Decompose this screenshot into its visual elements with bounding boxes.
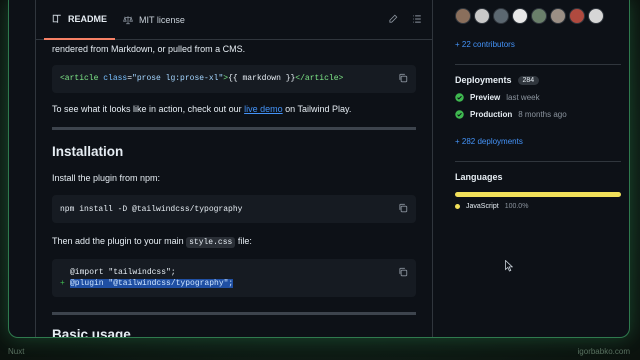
language-item[interactable]: JavaScript 100.0% — [455, 203, 621, 210]
then-text: Then add the plugin to your main style.c… — [52, 234, 416, 250]
code-attr: class — [103, 74, 128, 83]
check-circle-icon — [455, 93, 464, 102]
deployments-count: 284 — [517, 75, 540, 85]
live-demo-link[interactable]: live demo — [244, 104, 283, 114]
contributor-avatar[interactable] — [474, 8, 490, 24]
deployment-name: Preview — [470, 93, 501, 102]
style-css-code: style.css — [186, 237, 236, 248]
scale-icon — [123, 15, 133, 24]
then-suffix: file: — [235, 236, 252, 246]
divider — [52, 312, 416, 315]
mouse-cursor-icon — [505, 260, 513, 272]
contributor-avatars — [455, 8, 621, 24]
readme-tools — [388, 14, 422, 24]
basic-usage-heading: Basic usage — [52, 327, 131, 338]
css-line-plugin: + @plugin "@tailwindcss/typography"; — [60, 278, 408, 289]
deployments-title[interactable]: Deployments 284 — [455, 75, 621, 85]
languages-title: Languages — [455, 172, 503, 182]
css-plugin: @plugin "@tailwindcss/typography"; — [70, 279, 234, 288]
readme-panel: README MIT license rendered from Markdow… — [35, 0, 433, 338]
contributor-avatar[interactable] — [455, 8, 471, 24]
contributor-avatar[interactable] — [531, 8, 547, 24]
tab-license-label: MIT license — [139, 14, 185, 25]
install-text: Install the plugin from npm: — [52, 173, 161, 183]
repo-sidebar: + 22 contributors Deployments 284 Previe… — [445, 0, 629, 337]
footer-left-label: Nuxt — [8, 347, 25, 356]
demo-text: To see what it looks like in action, che… — [52, 102, 416, 116]
edit-pencil-icon[interactable] — [388, 14, 398, 24]
book-icon — [52, 14, 61, 23]
deployment-item[interactable]: Preview last week — [455, 93, 621, 102]
demo-suffix: on Tailwind Play. — [282, 104, 352, 114]
language-percent: 100.0% — [504, 203, 529, 210]
code-block-article: <article class="prose lg:prose-xl">{{ ma… — [52, 65, 416, 93]
then-prefix: Then add the plugin to your main — [52, 236, 187, 246]
tab-license[interactable]: MIT license — [115, 0, 193, 40]
divider — [455, 64, 621, 65]
browser-frame: README MIT license rendered from Markdow… — [8, 0, 630, 338]
divider — [52, 127, 416, 130]
footer-right-label: igorbabko.com — [577, 347, 630, 356]
deployment-item[interactable]: Production 8 months ago — [455, 110, 621, 119]
check-circle-icon — [455, 110, 464, 119]
deployment-name: Production — [470, 110, 513, 119]
diff-plus: + — [60, 279, 65, 288]
copy-icon[interactable] — [398, 73, 408, 83]
copy-icon[interactable] — [398, 203, 408, 213]
contributor-avatar[interactable] — [550, 8, 566, 24]
demo-prefix: To see what it looks like in action, che… — [52, 104, 245, 114]
intro-text: rendered from Markdown, or pulled from a… — [52, 44, 246, 54]
tab-readme-label: README — [68, 13, 108, 24]
contributor-avatar[interactable] — [569, 8, 585, 24]
contributor-avatar[interactable] — [493, 8, 509, 24]
code-attr-value: "prose lg:prose-xl" — [132, 74, 224, 83]
deployments-link[interactable]: + 282 deployments — [455, 137, 523, 146]
code-end-tag: </article> — [295, 74, 344, 83]
deployment-time: last week — [506, 93, 540, 102]
divider — [455, 161, 621, 162]
deployment-time: 8 months ago — [518, 110, 567, 119]
code-content: {{ markdown }} — [228, 74, 296, 83]
readme-tabs: README MIT license — [36, 0, 432, 40]
readme-content: rendered from Markdown, or pulled from a… — [36, 42, 432, 338]
copy-icon[interactable] — [398, 267, 408, 277]
install-command: npm install -D @tailwindcss/typography — [60, 205, 243, 214]
code-open-tag: <article — [60, 74, 99, 83]
css-import: @import "tailwindcss"; — [70, 268, 176, 277]
contributors-link[interactable]: + 22 contributors — [455, 40, 515, 49]
tab-readme[interactable]: README — [44, 0, 116, 40]
css-line-import: @import "tailwindcss"; — [60, 267, 408, 278]
deployments-title-label: Deployments — [455, 75, 512, 85]
language-bar — [455, 192, 621, 197]
contributor-avatar[interactable] — [588, 8, 604, 24]
language-dot — [455, 204, 460, 209]
contributor-avatar[interactable] — [512, 8, 528, 24]
installation-heading: Installation — [52, 144, 124, 159]
language-name: JavaScript — [466, 203, 499, 210]
code-block-css: @import "tailwindcss"; + @plugin "@tailwi… — [52, 259, 416, 297]
outline-list-icon[interactable] — [412, 14, 422, 24]
code-block-install: npm install -D @tailwindcss/typography — [52, 195, 416, 223]
